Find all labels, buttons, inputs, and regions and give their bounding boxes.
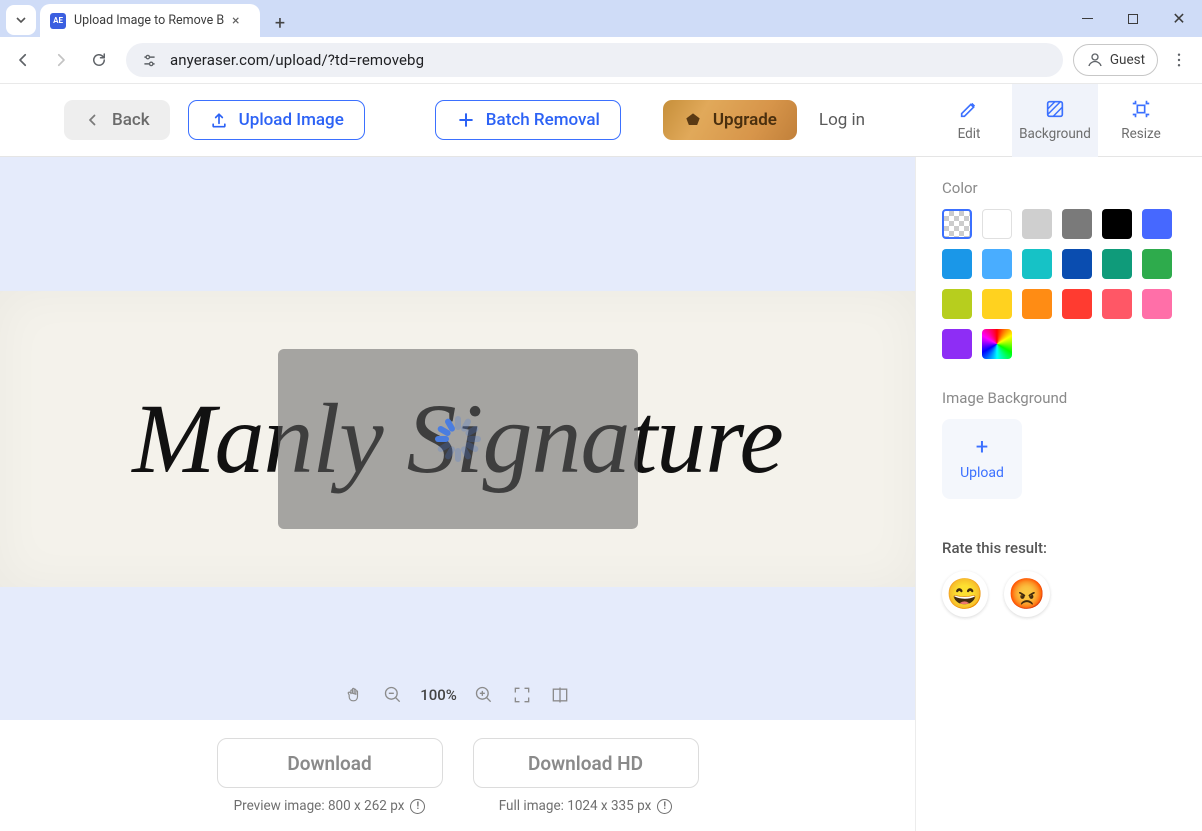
download-hd-sub: Full image: 1024 x 335 px ! (499, 798, 673, 814)
upgrade-label: Upgrade (713, 110, 777, 130)
spinner-icon (433, 414, 483, 464)
rate-happy-button[interactable]: 😄 (942, 571, 988, 617)
upgrade-button[interactable]: Upgrade (663, 100, 797, 140)
nav-reload-button[interactable] (82, 43, 116, 77)
nav-forward-button (44, 43, 78, 77)
color-swatch-12[interactable] (942, 289, 972, 319)
rate-angry-button[interactable]: 😡 (1004, 571, 1050, 617)
color-swatch-7[interactable] (982, 249, 1012, 279)
tab-background[interactable]: Background (1012, 84, 1098, 157)
pan-hand-icon[interactable] (344, 684, 366, 706)
download-sub: Preview image: 800 x 262 px ! (234, 798, 426, 814)
window-maximize-button[interactable] (1110, 0, 1156, 37)
profile-guest-button[interactable]: Guest (1073, 44, 1158, 76)
canvas-area: Manly Signature (0, 157, 916, 831)
compare-split-icon[interactable] (549, 684, 571, 706)
download-row: Download Preview image: 800 x 262 px ! D… (0, 720, 915, 831)
fullscreen-icon[interactable] (511, 684, 533, 706)
back-label: Back (112, 110, 150, 130)
color-swatch-9[interactable] (1062, 249, 1092, 279)
color-swatch-4[interactable] (1102, 209, 1132, 239)
browser-menu-button[interactable] (1162, 43, 1196, 77)
upload-image-button[interactable]: Upload Image (188, 100, 365, 140)
canvas-stage[interactable]: Manly Signature (0, 157, 915, 720)
color-swatch-14[interactable] (1022, 289, 1052, 319)
batch-removal-label: Batch Removal (486, 110, 600, 130)
new-tab-button[interactable]: + (266, 9, 294, 37)
color-swatch-5[interactable] (1142, 209, 1172, 239)
url-bar[interactable]: anyeraser.com/upload/?td=removebg (126, 43, 1063, 77)
upload-image-label: Upload Image (239, 110, 344, 130)
nav-back-button[interactable] (6, 43, 40, 77)
side-panel: Color Image Background + Upload Rate thi… (916, 157, 1202, 831)
tab-close-icon[interactable]: × (232, 13, 239, 29)
color-swatch-15[interactable] (1062, 289, 1092, 319)
tab-edit-label: Edit (958, 126, 981, 142)
download-hd-label: Download HD (528, 752, 643, 775)
login-link[interactable]: Log in (819, 110, 865, 130)
guest-label: Guest (1110, 52, 1145, 68)
color-swatch-17[interactable] (1142, 289, 1172, 319)
color-swatch-6[interactable] (942, 249, 972, 279)
back-button[interactable]: Back (64, 100, 170, 140)
url-text: anyeraser.com/upload/?td=removebg (170, 51, 424, 69)
window-minimize-button[interactable] (1064, 0, 1110, 37)
tab-edit[interactable]: Edit (926, 84, 1012, 157)
color-heading: Color (942, 179, 1176, 197)
download-button[interactable]: Download (217, 738, 443, 788)
app-toolbar: Back Upload Image Batch Removal Upgrade … (0, 84, 1202, 157)
tab-search-dropdown[interactable] (6, 5, 36, 35)
color-swatch-13[interactable] (982, 289, 1012, 319)
batch-removal-button[interactable]: Batch Removal (435, 100, 621, 140)
browser-tab[interactable]: AE Upload Image to Remove Bg × (40, 4, 260, 37)
download-label: Download (287, 752, 371, 775)
plus-icon: + (976, 437, 988, 459)
canvas-controls: 100% (0, 684, 915, 706)
color-swatch-1[interactable] (982, 209, 1012, 239)
download-hd-button[interactable]: Download HD (473, 738, 699, 788)
color-swatch-16[interactable] (1102, 289, 1132, 319)
color-swatch-19[interactable] (982, 329, 1012, 359)
window-controls: ✕ (1064, 0, 1202, 37)
color-swatch-11[interactable] (1142, 249, 1172, 279)
loading-overlay (278, 349, 638, 529)
color-swatch-grid (942, 209, 1176, 359)
image-bg-heading: Image Background (942, 389, 1176, 407)
window-close-button[interactable]: ✕ (1156, 0, 1202, 37)
image-bg-upload-label: Upload (960, 465, 1004, 481)
zoom-value: 100% (420, 686, 457, 704)
tab-background-label: Background (1019, 126, 1091, 142)
tab-favicon-icon: AE (50, 13, 66, 29)
tab-resize[interactable]: Resize (1098, 84, 1184, 157)
tool-tabs: Edit Background Resize (926, 84, 1184, 157)
rate-heading: Rate this result: (942, 539, 1176, 557)
workspace: Manly Signature (0, 157, 1202, 831)
zoom-out-icon[interactable] (382, 684, 404, 706)
info-icon[interactable]: ! (410, 799, 425, 814)
tab-title: Upload Image to Remove Bg (74, 13, 224, 28)
site-settings-icon[interactable] (140, 51, 158, 69)
tab-resize-label: Resize (1121, 126, 1160, 142)
color-swatch-2[interactable] (1022, 209, 1052, 239)
zoom-in-icon[interactable] (473, 684, 495, 706)
color-swatch-18[interactable] (942, 329, 972, 359)
browser-titlebar: AE Upload Image to Remove Bg × + ✕ (0, 0, 1202, 37)
color-swatch-8[interactable] (1022, 249, 1052, 279)
browser-address-bar: anyeraser.com/upload/?td=removebg Guest (0, 37, 1202, 84)
rate-row: 😄 😡 (942, 571, 1176, 617)
image-bg-upload-button[interactable]: + Upload (942, 419, 1022, 499)
color-swatch-0[interactable] (942, 209, 972, 239)
color-swatch-3[interactable] (1062, 209, 1092, 239)
color-swatch-10[interactable] (1102, 249, 1132, 279)
info-icon[interactable]: ! (657, 799, 672, 814)
